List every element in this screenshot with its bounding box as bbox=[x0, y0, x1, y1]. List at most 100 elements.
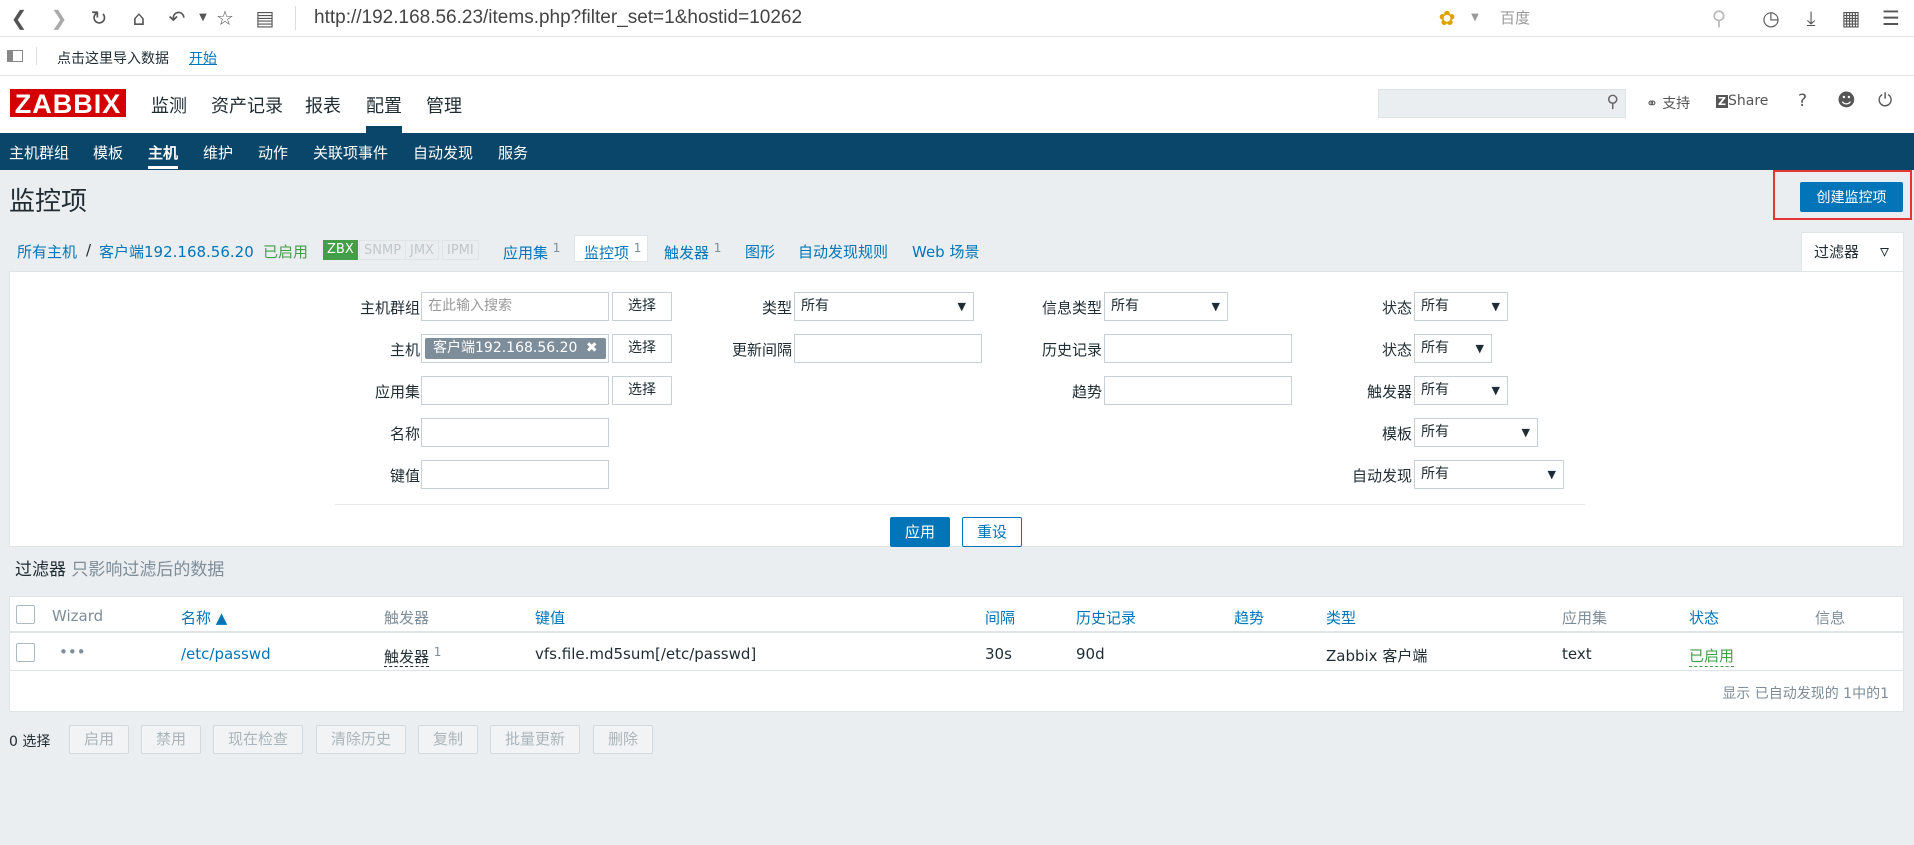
support-link[interactable]: ⚭ 支持 bbox=[1646, 93, 1690, 113]
col-status[interactable]: 状态 bbox=[1689, 607, 1719, 628]
submenu-event-correlation[interactable]: 关联项事件 bbox=[313, 142, 388, 163]
zabbix-logo[interactable]: ZABBIX bbox=[9, 88, 127, 119]
bee-icon[interactable]: ✿ bbox=[1434, 5, 1460, 31]
triggers-link[interactable]: 触发器 1 bbox=[664, 241, 721, 263]
submenu-maintenance[interactable]: 维护 bbox=[203, 142, 233, 163]
chevron-down-icon: ▼ bbox=[1491, 384, 1500, 397]
type-select[interactable]: 所有 ▼ bbox=[794, 292, 974, 321]
application-input[interactable] bbox=[421, 376, 609, 405]
delete-button[interactable]: 删除 bbox=[593, 725, 653, 754]
status-select[interactable]: 所有 ▼ bbox=[1414, 334, 1492, 363]
select-all-checkbox[interactable] bbox=[16, 605, 35, 624]
menu-monitoring[interactable]: 监测 bbox=[151, 92, 187, 118]
help-icon[interactable]: ? bbox=[1798, 91, 1807, 111]
triggers-select[interactable]: 所有 ▼ bbox=[1414, 376, 1508, 405]
col-type[interactable]: 类型 bbox=[1326, 607, 1356, 628]
wizard-menu-icon[interactable]: ••• bbox=[59, 643, 86, 661]
apply-button[interactable]: 应用 bbox=[890, 517, 950, 547]
item-status-link[interactable]: 已启用 bbox=[1689, 645, 1735, 667]
share-link[interactable]: Z Share bbox=[1716, 93, 1768, 109]
state-label: 状态 bbox=[1381, 299, 1412, 317]
star-icon[interactable]: ☆ bbox=[212, 5, 238, 31]
name-input[interactable] bbox=[421, 418, 609, 447]
zbx-availability-badge: ZBX bbox=[323, 240, 358, 260]
reader-icon[interactable]: ▤ bbox=[252, 5, 278, 31]
web-scenarios-link[interactable]: Web 场景 bbox=[912, 241, 979, 262]
search-icon[interactable]: ⚲ bbox=[1706, 5, 1732, 31]
menu-configuration[interactable]: 配置 bbox=[366, 92, 402, 118]
history-label: 历史记录 bbox=[1041, 341, 1102, 359]
host-link[interactable]: 客户端192.168.56.20 bbox=[99, 241, 254, 262]
back-icon[interactable]: ❮ bbox=[6, 5, 32, 31]
sign-out-icon[interactable]: ⏻ bbox=[1878, 90, 1892, 111]
check-now-button[interactable]: 现在检查 bbox=[213, 725, 303, 754]
menu-active-indicator bbox=[366, 126, 402, 133]
menu-icon[interactable]: ☰ bbox=[1878, 5, 1904, 31]
discovery-rules-link[interactable]: 自动发现规则 bbox=[798, 241, 888, 262]
host-group-input[interactable]: 在此输入搜索 bbox=[421, 292, 609, 321]
submenu-services[interactable]: 服务 bbox=[498, 142, 528, 163]
submenu-templates[interactable]: 模板 bbox=[93, 142, 123, 163]
host-select-button[interactable]: 选择 bbox=[612, 334, 672, 363]
col-key[interactable]: 键值 bbox=[535, 607, 565, 628]
enable-button[interactable]: 启用 bbox=[69, 725, 129, 754]
engine-dropdown-icon[interactable]: ▼ bbox=[1462, 5, 1488, 31]
items-link[interactable]: 监控项 1 bbox=[584, 241, 641, 263]
filter-tab[interactable]: 过滤器 ▿ bbox=[1801, 232, 1904, 272]
create-item-button[interactable]: 创建监控项 bbox=[1800, 182, 1903, 212]
submenu-host-groups[interactable]: 主机群组 bbox=[9, 142, 69, 163]
sidebar-toggle-icon[interactable] bbox=[7, 50, 23, 62]
host-status[interactable]: 已启用 bbox=[263, 241, 308, 262]
discovery-select[interactable]: 所有 ▼ bbox=[1414, 460, 1564, 489]
remove-chip-icon[interactable]: ✖ bbox=[586, 340, 598, 356]
item-name-link[interactable]: /etc/passwd bbox=[181, 645, 271, 663]
col-trends[interactable]: 趋势 bbox=[1234, 607, 1264, 628]
user-profile-icon[interactable]: ☻ bbox=[1837, 90, 1856, 111]
application-select-button[interactable]: 选择 bbox=[612, 376, 672, 405]
download-icon[interactable]: ⤓ bbox=[1798, 5, 1824, 31]
bookmark-start-link[interactable]: 开始 bbox=[189, 48, 217, 68]
key-input[interactable] bbox=[421, 460, 609, 489]
host-group-select-button[interactable]: 选择 bbox=[612, 292, 672, 321]
submenu-discovery[interactable]: 自动发现 bbox=[413, 142, 473, 163]
browser-search-input[interactable]: 百度 bbox=[1490, 6, 1730, 30]
bookmark-import-text: 点击这里导入数据 bbox=[57, 51, 169, 67]
global-search-input[interactable]: ⚲ bbox=[1378, 89, 1626, 118]
col-interval[interactable]: 间隔 bbox=[985, 607, 1015, 628]
item-triggers-link[interactable]: 触发器 1 bbox=[384, 645, 441, 667]
copy-button[interactable]: 复制 bbox=[418, 725, 478, 754]
search-icon[interactable]: ⚲ bbox=[1607, 92, 1619, 112]
update-interval-input[interactable] bbox=[794, 334, 982, 363]
menu-reports[interactable]: 报表 bbox=[305, 92, 341, 118]
undo-icon[interactable]: ↶ bbox=[164, 5, 190, 31]
reset-button[interactable]: 重设 bbox=[962, 517, 1022, 547]
clear-history-button[interactable]: 清除历史 bbox=[316, 725, 406, 754]
history-icon[interactable]: ◷ bbox=[1758, 5, 1784, 31]
forward-icon[interactable]: ❯ bbox=[46, 5, 72, 31]
template-select[interactable]: 所有 ▼ bbox=[1414, 418, 1538, 447]
address-bar[interactable]: http://192.168.56.23/items.php?filter_se… bbox=[314, 6, 802, 30]
info-type-select[interactable]: 所有 ▼ bbox=[1104, 292, 1228, 321]
graphs-link[interactable]: 图形 bbox=[745, 241, 775, 262]
template-label: 模板 bbox=[1381, 425, 1412, 443]
col-history[interactable]: 历史记录 bbox=[1076, 607, 1136, 628]
host-input[interactable]: 客户端192.168.56.20 ✖ bbox=[421, 334, 609, 363]
reload-icon[interactable]: ↻ bbox=[86, 5, 112, 31]
col-wizard: Wizard bbox=[52, 607, 104, 625]
all-hosts-link[interactable]: 所有主机 bbox=[17, 241, 77, 262]
state-select[interactable]: 所有 ▼ bbox=[1414, 292, 1508, 321]
applications-link[interactable]: 应用集 1 bbox=[503, 241, 560, 263]
submenu-actions[interactable]: 动作 bbox=[258, 142, 288, 163]
trends-input[interactable] bbox=[1104, 376, 1292, 405]
menu-administration[interactable]: 管理 bbox=[426, 92, 462, 118]
col-name[interactable]: 名称 ▲ bbox=[181, 607, 227, 628]
disable-button[interactable]: 禁用 bbox=[141, 725, 201, 754]
mass-update-button[interactable]: 批量更新 bbox=[490, 725, 580, 754]
row-checkbox[interactable] bbox=[16, 643, 35, 662]
home-icon[interactable]: ⌂ bbox=[126, 5, 152, 31]
history-input[interactable] bbox=[1104, 334, 1292, 363]
submenu-hosts[interactable]: 主机 bbox=[148, 142, 179, 169]
filter-note-main: 过滤器 bbox=[15, 560, 66, 580]
apps-icon[interactable]: ▦ bbox=[1838, 5, 1864, 31]
menu-inventory[interactable]: 资产记录 bbox=[211, 92, 283, 118]
